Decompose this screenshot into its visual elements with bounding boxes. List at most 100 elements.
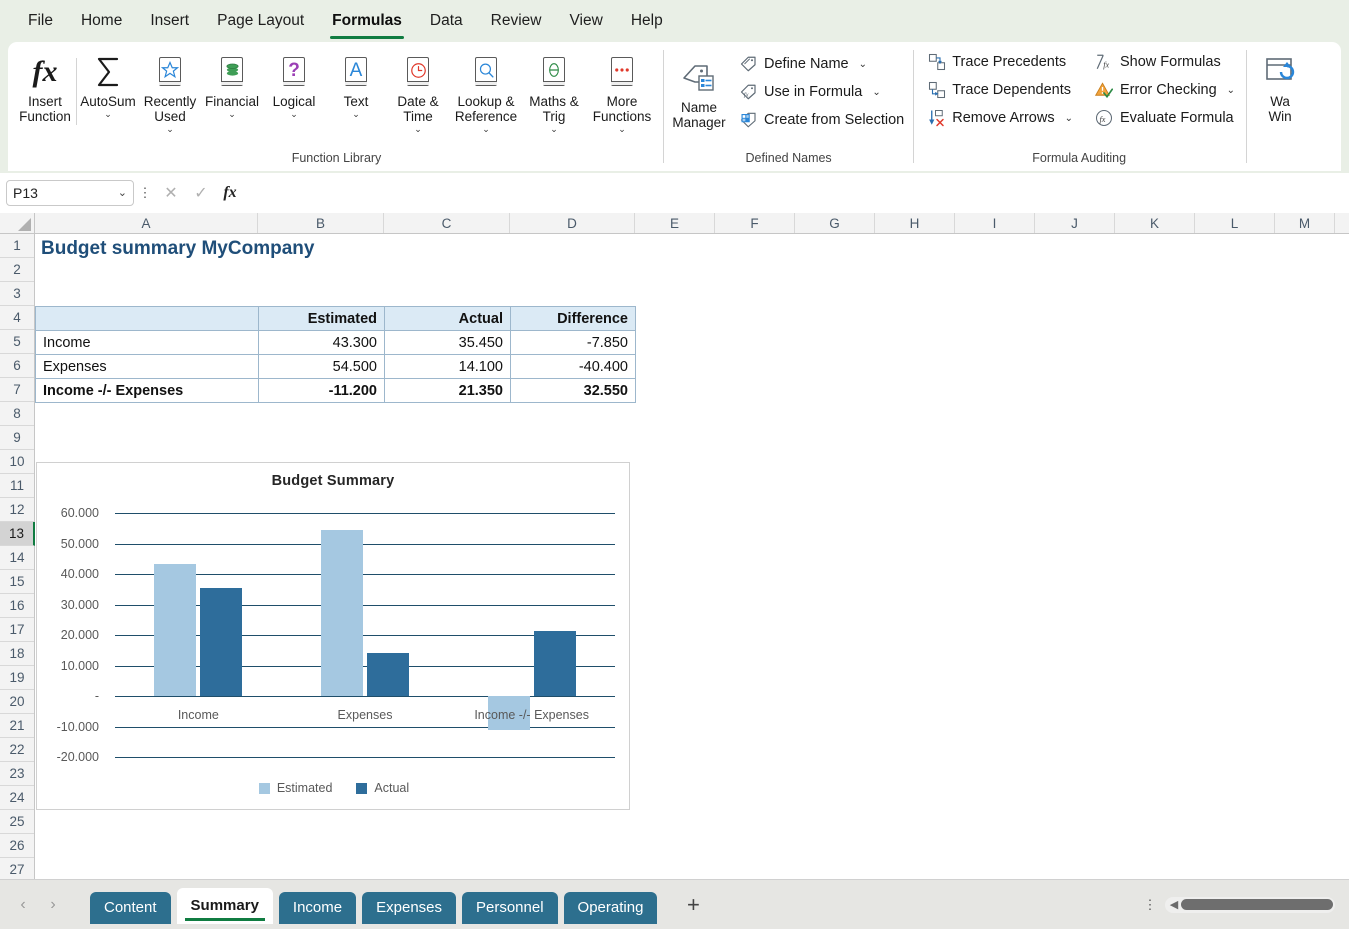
financial-button[interactable]: Financial ⌄ — [201, 48, 263, 119]
more-functions-button[interactable]: More Functions ⌄ — [585, 48, 659, 134]
row-header-2[interactable]: 2 — [0, 258, 34, 282]
formula-input[interactable] — [244, 179, 1343, 206]
sheet-tab-income[interactable]: Income — [278, 891, 357, 924]
horizontal-scrollbar[interactable]: ◀ — [1165, 896, 1335, 913]
chevron-down-icon[interactable]: ⌄ — [166, 125, 174, 134]
row-header-7[interactable]: 7 — [0, 378, 34, 402]
sheet-tab-personnel[interactable]: Personnel — [462, 891, 558, 924]
chevron-down-icon[interactable]: ⌄ — [104, 110, 112, 119]
chevron-down-icon[interactable]: ⌄ — [118, 186, 127, 199]
row-header-10[interactable]: 10 — [0, 450, 34, 474]
row-header-18[interactable]: 18 — [0, 642, 34, 666]
ribbon-tab-data[interactable]: Data — [416, 8, 477, 34]
trace-precedents-button[interactable]: Trace Precedents — [922, 48, 1078, 76]
chevron-down-icon[interactable]: ⌄ — [352, 110, 360, 119]
ribbon-tab-home[interactable]: Home — [67, 8, 136, 34]
column-header-a[interactable]: A — [35, 213, 258, 233]
ribbon-tab-insert[interactable]: Insert — [136, 8, 203, 34]
row-header-9[interactable]: 9 — [0, 426, 34, 450]
legend-item-actual[interactable]: Actual — [356, 781, 409, 795]
column-header-h[interactable]: H — [875, 213, 955, 233]
row-header-3[interactable]: 3 — [0, 282, 34, 306]
logical-button[interactable]: ? Logical ⌄ — [263, 48, 325, 119]
chevron-down-icon[interactable]: ⌄ — [482, 125, 490, 134]
column-header-k[interactable]: K — [1115, 213, 1195, 233]
sheet-tab-content[interactable]: Content — [90, 891, 171, 924]
chevron-down-icon[interactable]: ⌄ — [859, 59, 867, 70]
sheet-tab-operating[interactable]: Operating — [563, 891, 658, 924]
row-header-20[interactable]: 20 — [0, 690, 34, 714]
chart-bar-estimated-income[interactable] — [154, 563, 197, 696]
row-header-19[interactable]: 19 — [0, 666, 34, 690]
cancel-entry-button[interactable]: ✕ — [156, 180, 186, 206]
lookup-reference-button[interactable]: Lookup & Reference ⌄ — [449, 48, 523, 134]
text-button[interactable]: A Text ⌄ — [325, 48, 387, 119]
column-header-i[interactable]: I — [955, 213, 1035, 233]
row-header-17[interactable]: 17 — [0, 618, 34, 642]
chevron-down-icon[interactable]: ⌄ — [228, 110, 236, 119]
watch-window-button[interactable]: Wa Win — [1249, 48, 1311, 124]
legend-item-estimated[interactable]: Estimated — [258, 781, 332, 795]
row-header-13[interactable]: 13 — [0, 522, 35, 546]
create-from-selection-button[interactable]: Create from Selection — [734, 106, 909, 134]
ribbon-tab-review[interactable]: Review — [477, 8, 556, 34]
chevron-down-icon[interactable]: ⌄ — [618, 125, 626, 134]
column-header-l[interactable]: L — [1195, 213, 1275, 233]
cell-area[interactable]: Budget summary MyCompany Estimated Actua… — [35, 234, 1349, 879]
row-header-24[interactable]: 24 — [0, 786, 34, 810]
column-header-m[interactable]: M — [1275, 213, 1335, 233]
show-formulas-button[interactable]: fx Show Formulas — [1090, 48, 1240, 76]
row-header-4[interactable]: 4 — [0, 306, 34, 330]
budget-summary-chart[interactable]: Budget Summary 60.000 50.000 40.000 30.000 2… — [36, 462, 630, 810]
remove-arrows-button[interactable]: Remove Arrows ⌄ — [922, 104, 1078, 132]
select-all-corner[interactable] — [0, 213, 35, 233]
ribbon-tab-view[interactable]: View — [556, 8, 617, 34]
chevron-right-icon[interactable]: › — [38, 890, 68, 920]
use-in-formula-button[interactable]: fx Use in Formula ⌄ — [734, 78, 909, 106]
column-header-d[interactable]: D — [510, 213, 635, 233]
row-header-16[interactable]: 16 — [0, 594, 34, 618]
chevron-down-icon[interactable]: ⌄ — [1227, 85, 1235, 96]
scroll-left-icon[interactable]: ◀ — [1167, 898, 1181, 911]
row-header-6[interactable]: 6 — [0, 354, 34, 378]
chart-bar-estimated-expenses[interactable] — [321, 529, 363, 696]
column-header-c[interactable]: C — [384, 213, 510, 233]
row-header-15[interactable]: 15 — [0, 570, 34, 594]
add-sheet-button[interactable]: + — [673, 892, 713, 918]
name-manager-button[interactable]: Name Manager — [668, 54, 730, 130]
ribbon-tab-formulas[interactable]: Formulas — [318, 8, 416, 39]
chevron-down-icon[interactable]: ⌄ — [1065, 113, 1073, 124]
row-header-12[interactable]: 12 — [0, 498, 34, 522]
chart-bar-actual-income-expenses[interactable] — [533, 630, 576, 696]
more-options-icon[interactable]: ⋮ — [1141, 898, 1159, 911]
row-header-14[interactable]: 14 — [0, 546, 34, 570]
row-header-11[interactable]: 11 — [0, 474, 34, 498]
ribbon-tab-page-layout[interactable]: Page Layout — [203, 8, 318, 34]
scrollbar-thumb[interactable] — [1181, 899, 1333, 910]
ribbon-tab-file[interactable]: File — [14, 8, 67, 34]
confirm-entry-button[interactable]: ✓ — [186, 180, 216, 206]
column-header-e[interactable]: E — [635, 213, 715, 233]
ribbon-tab-help[interactable]: Help — [617, 8, 677, 34]
more-options-icon[interactable]: ⋮ — [134, 186, 156, 199]
column-header-j[interactable]: J — [1035, 213, 1115, 233]
insert-function-button[interactable]: fx Insert Function — [14, 48, 76, 124]
define-name-button[interactable]: Define Name ⌄ — [734, 50, 909, 78]
date-time-button[interactable]: Date & Time ⌄ — [387, 48, 449, 134]
maths-trig-button[interactable]: Maths & Trig ⌄ — [523, 48, 585, 134]
chevron-down-icon[interactable]: ⌄ — [290, 110, 298, 119]
insert-function-icon[interactable]: fx — [216, 180, 244, 206]
trace-dependents-button[interactable]: Trace Dependents — [922, 76, 1078, 104]
column-header-f[interactable]: F — [715, 213, 795, 233]
chevron-left-icon[interactable]: ‹ — [8, 890, 38, 920]
row-header-5[interactable]: 5 — [0, 330, 34, 354]
recently-used-button[interactable]: Recently Used ⌄ — [139, 48, 201, 134]
evaluate-formula-button[interactable]: fx Evaluate Formula — [1090, 104, 1240, 132]
autosum-button[interactable]: AutoSum ⌄ — [77, 48, 139, 119]
row-header-22[interactable]: 22 — [0, 738, 34, 762]
sheet-tab-expenses[interactable]: Expenses — [362, 891, 456, 924]
row-header-25[interactable]: 25 — [0, 810, 34, 834]
row-header-1[interactable]: 1 — [0, 234, 34, 258]
error-checking-button[interactable]: Error Checking ⌄ — [1090, 76, 1240, 104]
chevron-down-icon[interactable]: ⌄ — [872, 87, 880, 98]
